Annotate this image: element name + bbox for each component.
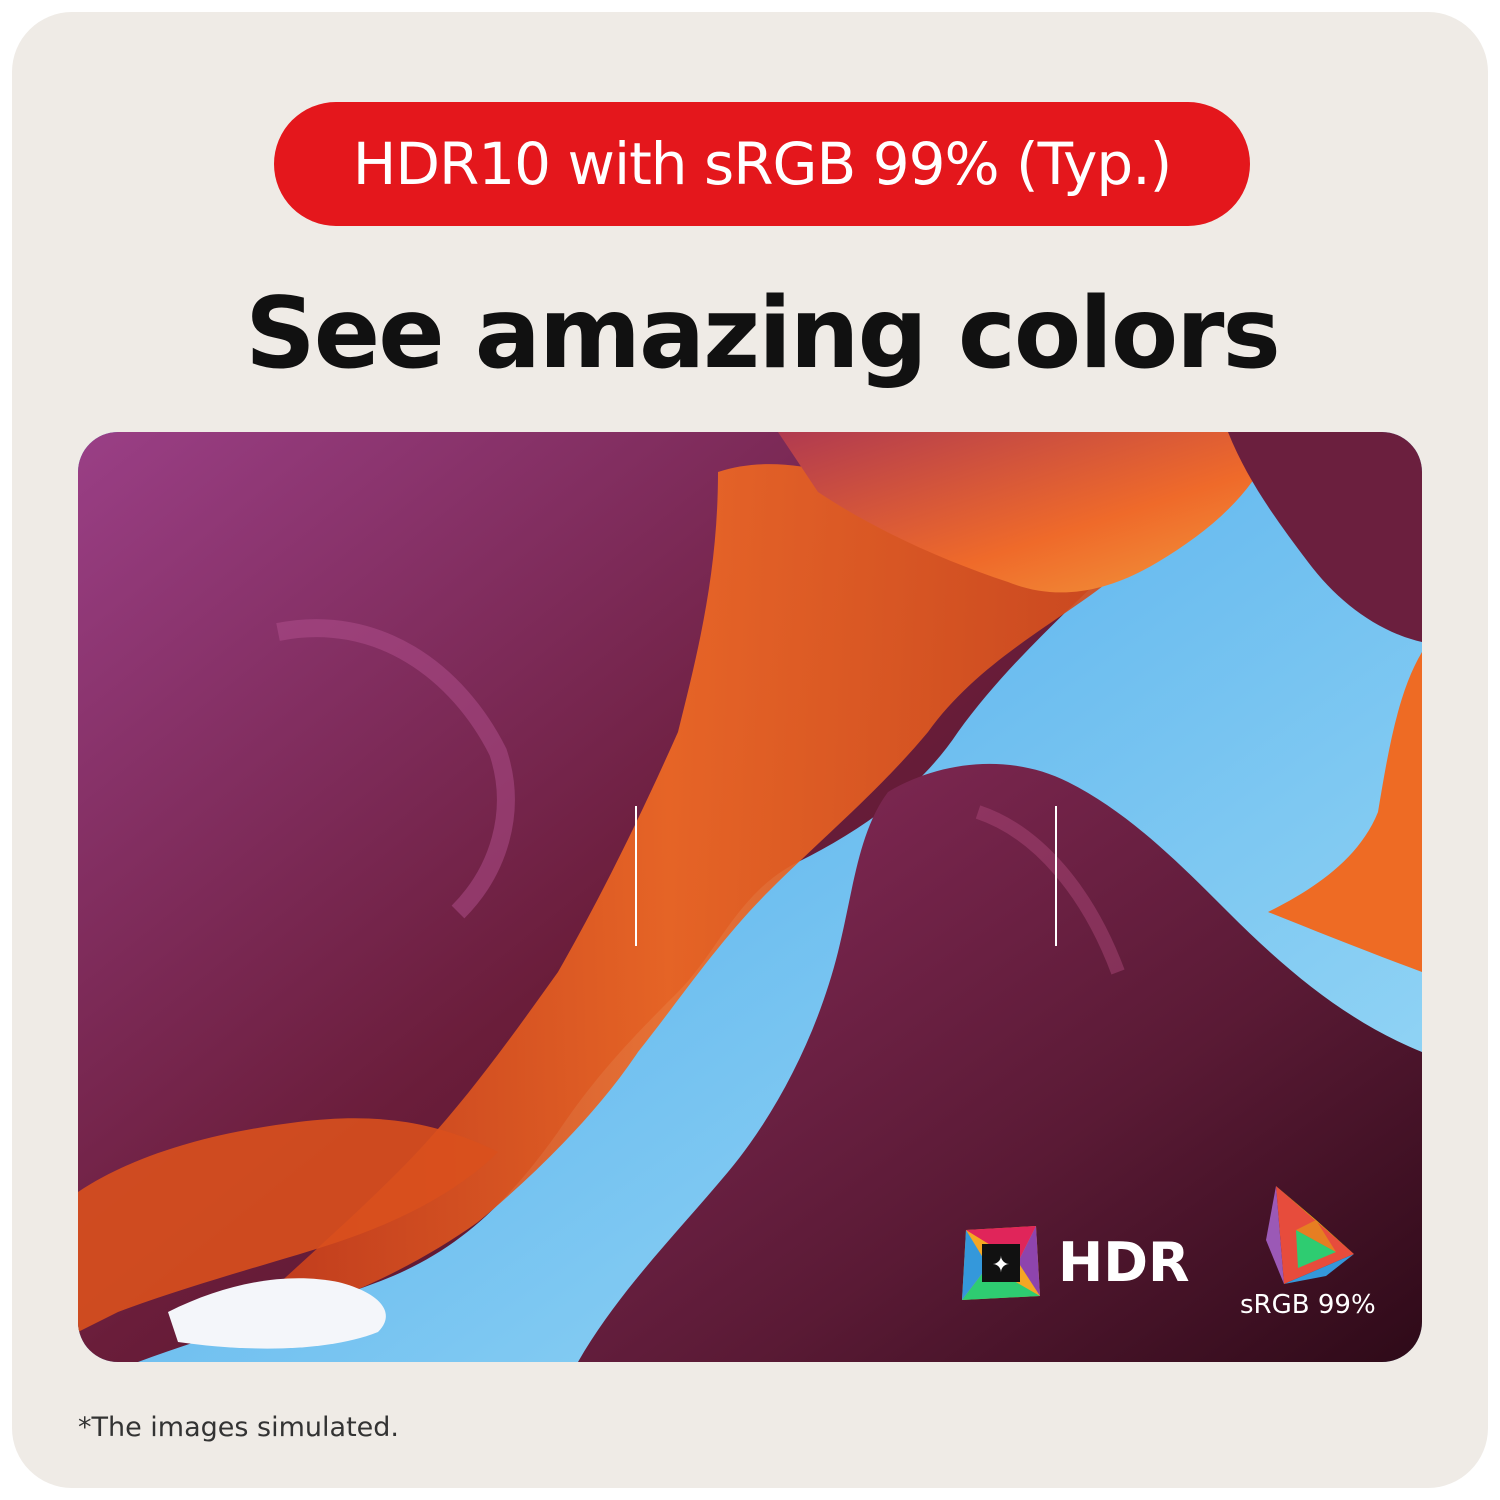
canyon-illustration xyxy=(78,432,1422,1362)
canyon-photo xyxy=(78,432,1422,1362)
footnote: *The images simulated. xyxy=(78,1412,399,1443)
hdr-emblem-icon: ✦ xyxy=(962,1226,1040,1300)
divider-line-left xyxy=(635,806,637,946)
divider-line-right xyxy=(1055,806,1057,946)
hdr-label: HDR xyxy=(1058,1230,1190,1294)
badge-text: HDR10 with sRGB 99% (Typ.) xyxy=(352,130,1173,198)
hdr-logo: ✦ HDR xyxy=(958,1222,1190,1302)
headline: See amazing colors xyxy=(245,277,1281,391)
feature-badge: HDR10 with sRGB 99% (Typ.) xyxy=(274,102,1250,226)
srgb-label: sRGB 99% xyxy=(1240,1290,1376,1320)
svg-text:✦: ✦ xyxy=(992,1253,1010,1278)
